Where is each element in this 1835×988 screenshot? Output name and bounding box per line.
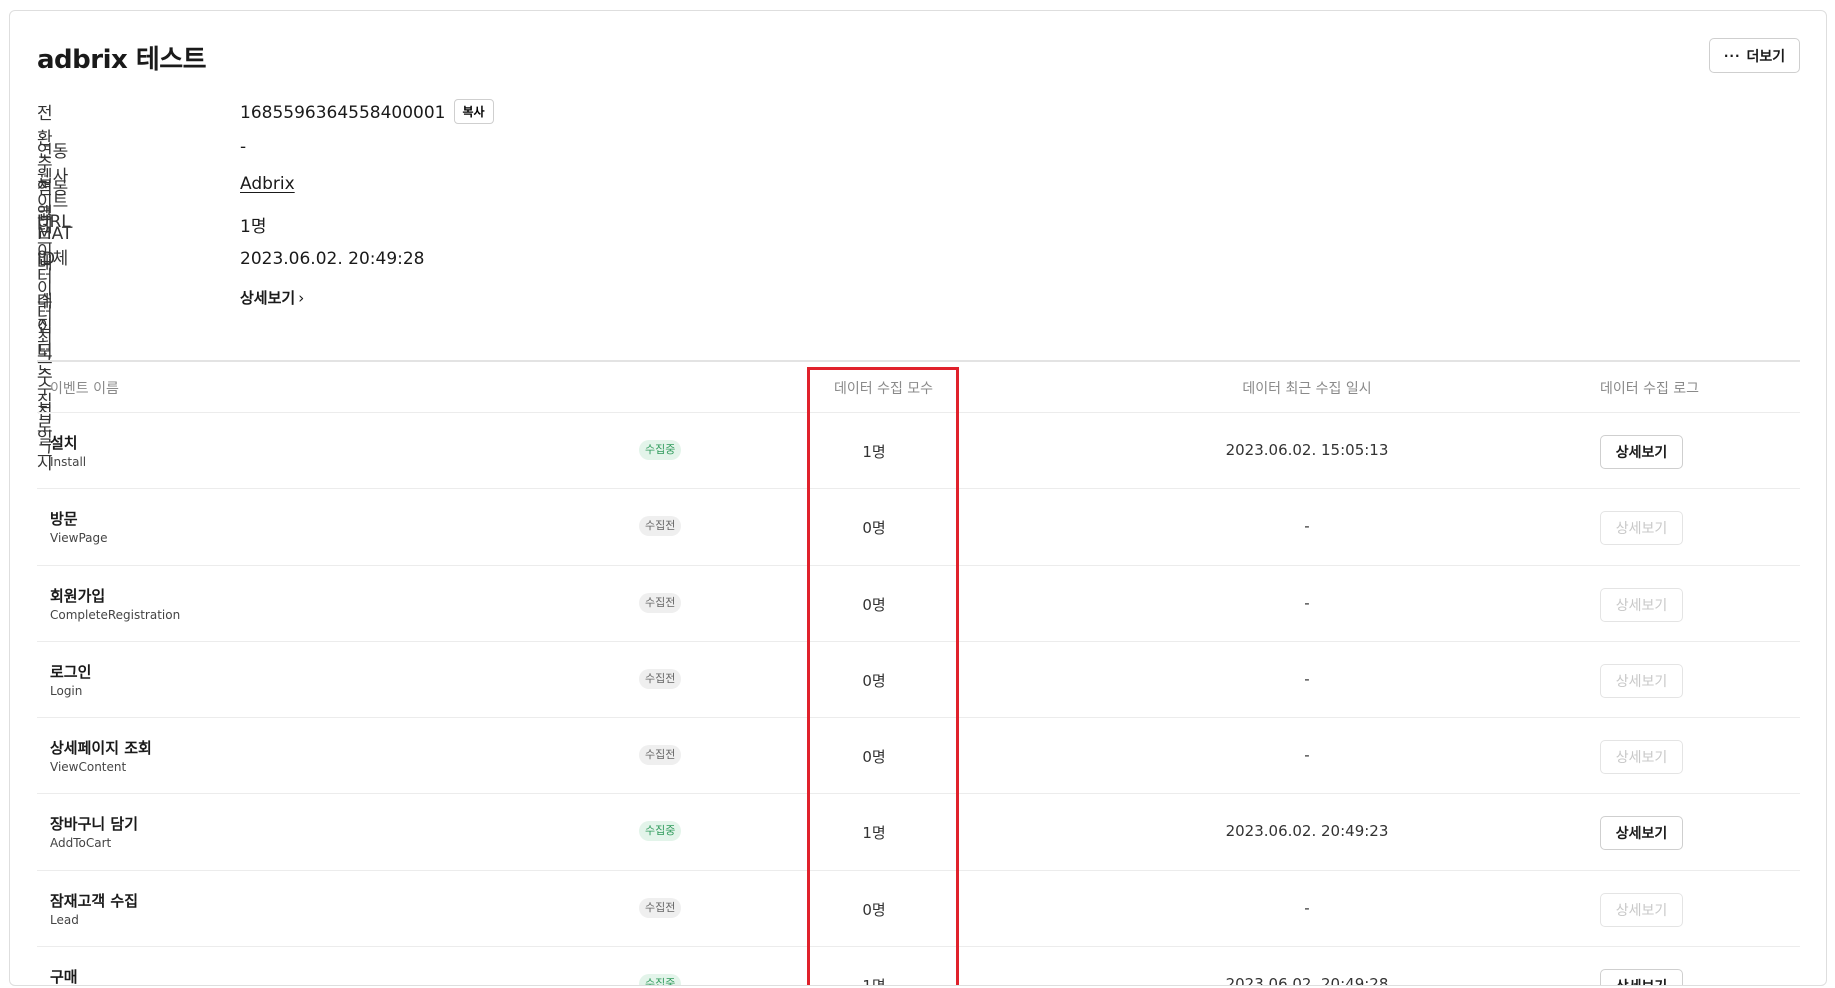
- event-name: 잠재고객 수집: [50, 891, 139, 910]
- event-name: 상세페이지 조회: [50, 739, 152, 758]
- table-row: 회원가입 CompleteRegistration 수집전 0명 - 상세보기: [37, 566, 1800, 642]
- tracking-id-value-wrap: 1685596364558400001 복사: [240, 99, 494, 124]
- status-badge: 수집중: [639, 440, 682, 460]
- detail-button[interactable]: 상세보기: [1600, 511, 1683, 546]
- detail-button[interactable]: 상세보기: [1600, 816, 1683, 851]
- event-code: ViewContent: [50, 760, 127, 775]
- ellipsis-icon: ···: [1723, 48, 1741, 63]
- table-row: 구매Purchase수집중1명2023.06.02. 20:49:28상세보기: [37, 947, 1800, 986]
- event-count: 1명: [862, 824, 886, 843]
- mat-link[interactable]: Adbrix: [240, 174, 295, 194]
- status-badge: 수집중: [639, 974, 682, 985]
- event-date: 2023.06.02. 20:49:28: [1225, 975, 1389, 986]
- event-table: 이벤트 이름 데이터 수집 모수 데이터 최근 수집 일시 데이터 수집 로그 …: [37, 360, 1800, 986]
- table-row: 장바구니 담기 AddToCart 수집중 1명 2023.06.02. 20:49:2…: [37, 794, 1800, 871]
- table-row: 상세페이지 조회 ViewContent 수집전 0명 - 상세보기: [37, 718, 1800, 795]
- event-date: -: [1304, 746, 1310, 765]
- event-count: 1명: [862, 443, 886, 461]
- count-value: 1명: [240, 216, 267, 237]
- status-badge: 수집전: [639, 745, 682, 766]
- event-name: 장바구니 담기: [50, 815, 139, 834]
- event-date: -: [1304, 898, 1310, 917]
- status-badge: 수집전: [639, 897, 682, 918]
- event-name: 방문: [50, 510, 78, 529]
- event-code: Lead: [50, 912, 79, 927]
- event-code: Login: [50, 683, 83, 698]
- event-code: AddToCart: [50, 836, 112, 851]
- conversion-card: adbrix 테스트 ··· 더보기 전환 추적 코드 ID 168559636…: [9, 10, 1827, 986]
- event-date: 2023.06.02. 15:05:13: [1225, 441, 1389, 459]
- log-detail-link[interactable]: 상세보기 ›: [240, 287, 304, 308]
- event-count: 0명: [862, 900, 886, 919]
- event-date: -: [1304, 593, 1310, 612]
- event-name: 회원가입: [50, 586, 106, 605]
- table-row: 로그인 Login 수집전 0명 - 상세보기: [37, 642, 1800, 719]
- event-date: -: [1304, 669, 1310, 688]
- table-row: 설치 Install 수집중 1명 2023.06.02. 15:05:13 상세보기: [37, 413, 1800, 490]
- event-name: 로그인: [50, 662, 92, 681]
- more-button[interactable]: ··· 더보기: [1709, 38, 1800, 73]
- event-name: 설치: [50, 434, 78, 452]
- event-count: 0명: [862, 671, 886, 690]
- status-badge: 수집전: [639, 592, 682, 613]
- header-date: 데이터 최근 수집 일시: [1242, 381, 1372, 397]
- log-detail-label: 상세보기: [240, 288, 296, 307]
- chevron-right-icon: ›: [298, 288, 305, 307]
- event-code: CompleteRegistration: [50, 607, 181, 622]
- event-count: 0명: [862, 519, 886, 538]
- event-code: Install: [50, 455, 87, 469]
- detail-button[interactable]: 상세보기: [1600, 435, 1683, 469]
- event-date: 2023.06.02. 20:49:23: [1225, 822, 1389, 841]
- table-header: 이벤트 이름 데이터 수집 모수 데이터 최근 수집 일시 데이터 수집 로그: [37, 362, 1800, 413]
- copy-button[interactable]: 복사: [453, 99, 494, 124]
- detail-button[interactable]: 상세보기: [1600, 969, 1683, 985]
- header-count: 데이터 수집 모수: [834, 381, 934, 397]
- status-badge: 수집전: [639, 516, 682, 537]
- recent-value: 2023.06.02. 20:49:28: [240, 249, 425, 269]
- detail-button[interactable]: 상세보기: [1600, 740, 1683, 775]
- detail-button[interactable]: 상세보기: [1600, 663, 1683, 698]
- header-event-name: 이벤트 이름: [50, 381, 119, 397]
- header-log: 데이터 수집 로그: [1600, 381, 1700, 397]
- event-date: -: [1304, 517, 1310, 536]
- page-title: adbrix 테스트: [37, 45, 207, 75]
- detail-button[interactable]: 상세보기: [1600, 892, 1683, 927]
- event-name: 구매: [50, 968, 78, 986]
- more-button-label: 더보기: [1746, 48, 1786, 65]
- event-code: ViewPage: [50, 531, 108, 546]
- table-row: 잠재고객 수집 Lead 수집전 0명 - 상세보기: [37, 871, 1800, 948]
- event-count: 0명: [862, 748, 886, 767]
- detail-button[interactable]: 상세보기: [1600, 587, 1683, 622]
- event-count: 1명: [834, 975, 914, 985]
- table-row: 방문 ViewPage 수집전 0명 - 상세보기: [37, 489, 1800, 566]
- event-count: 0명: [862, 595, 886, 614]
- status-badge: 수집전: [639, 668, 682, 689]
- status-badge: 수집중: [639, 821, 682, 842]
- website-value: -: [240, 136, 247, 157]
- tracking-id-value: 1685596364558400001: [240, 103, 446, 123]
